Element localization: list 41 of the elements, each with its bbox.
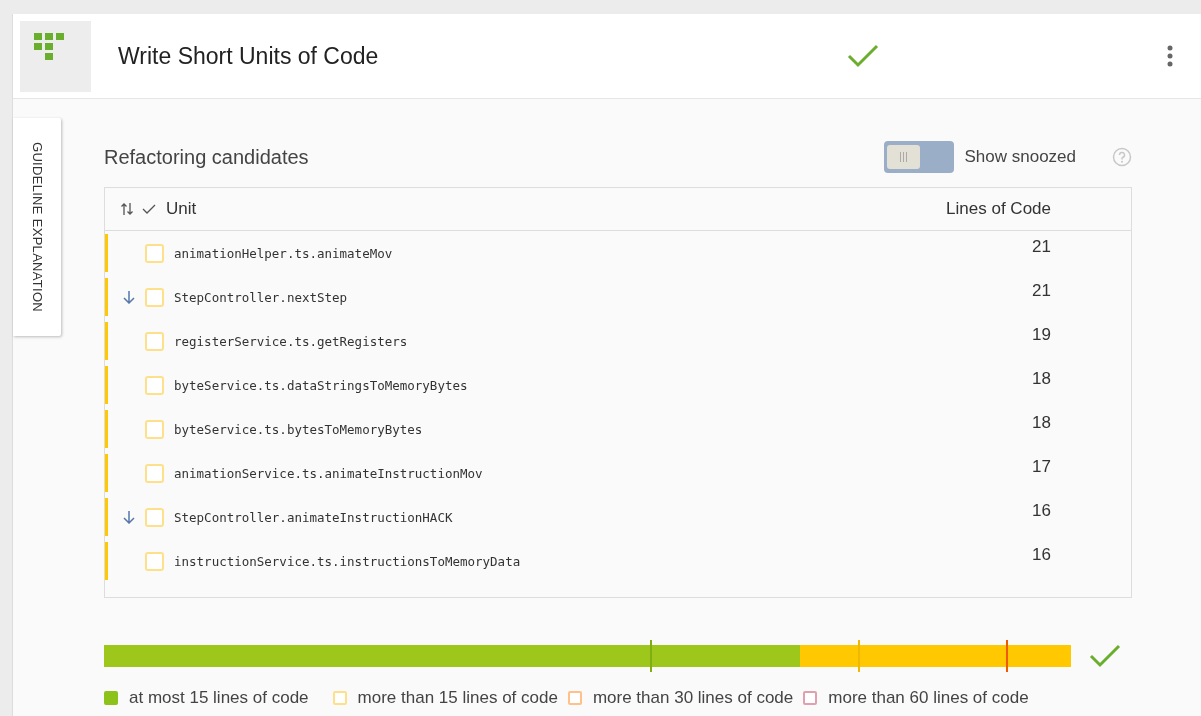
help-icon[interactable] <box>1112 147 1132 167</box>
unit-name: registerService.ts.getRegisters <box>174 333 408 349</box>
checkbox[interactable] <box>145 375 164 395</box>
more-icon[interactable] <box>1167 45 1173 67</box>
lines-count: 17 <box>1032 457 1051 476</box>
unit-name: animationHelper.ts.animateMov <box>174 245 393 261</box>
unit-name: StepController.nextStep <box>174 289 348 305</box>
section-title: Refactoring candidates <box>104 145 309 169</box>
checkbox[interactable] <box>145 551 164 571</box>
column-header[interactable]: Lines of Code <box>946 199 1051 218</box>
checkbox[interactable] <box>145 419 164 439</box>
legend-label: more than 30 lines of code <box>592 688 794 708</box>
toggle-label: Show snoozed <box>964 147 1076 167</box>
toggle-switch[interactable] <box>884 141 955 173</box>
checkbox[interactable] <box>145 463 164 483</box>
lines-count: 21 <box>1032 281 1051 300</box>
side-tab-label: GUIDELINE EXPLANATION <box>29 141 45 312</box>
checkbox[interactable] <box>145 507 164 527</box>
lines-count: 16 <box>1032 501 1051 520</box>
unit-name: byteService.ts.bytesToMemoryBytes <box>174 421 423 437</box>
lines-count: 18 <box>1032 369 1051 388</box>
unit-name: animationService.ts.animateInstructionMov <box>174 465 483 481</box>
legend-label: more than 60 lines of code <box>828 688 1029 708</box>
lines-count: 21 <box>1032 237 1051 256</box>
checkbox[interactable] <box>145 243 164 263</box>
column-header[interactable]: Unit <box>166 199 197 219</box>
legend-label: at most 15 lines of code <box>129 688 309 708</box>
grip-icon <box>899 152 909 162</box>
side-tab[interactable]: GUIDELINE EXPLANATION <box>13 118 61 336</box>
lines-count: 18 <box>1032 413 1051 432</box>
checkbox[interactable] <box>145 331 164 351</box>
card-title: Write Short Units of Code <box>118 42 380 70</box>
legend-label: more than 15 lines of code <box>357 688 558 708</box>
lines-count: 16 <box>1032 545 1051 564</box>
checkbox[interactable] <box>145 287 164 307</box>
lines-count: 19 <box>1032 325 1051 344</box>
check-icon[interactable] <box>142 203 156 215</box>
unit-name: byteService.ts.dataStringsToMemoryBytes <box>174 377 468 393</box>
unit-name: instructionService.ts.instructionsToMemoryData <box>174 553 521 569</box>
sort-icon[interactable] <box>120 202 134 216</box>
unit-name: StepController.animateInstructionHACK <box>174 509 453 525</box>
